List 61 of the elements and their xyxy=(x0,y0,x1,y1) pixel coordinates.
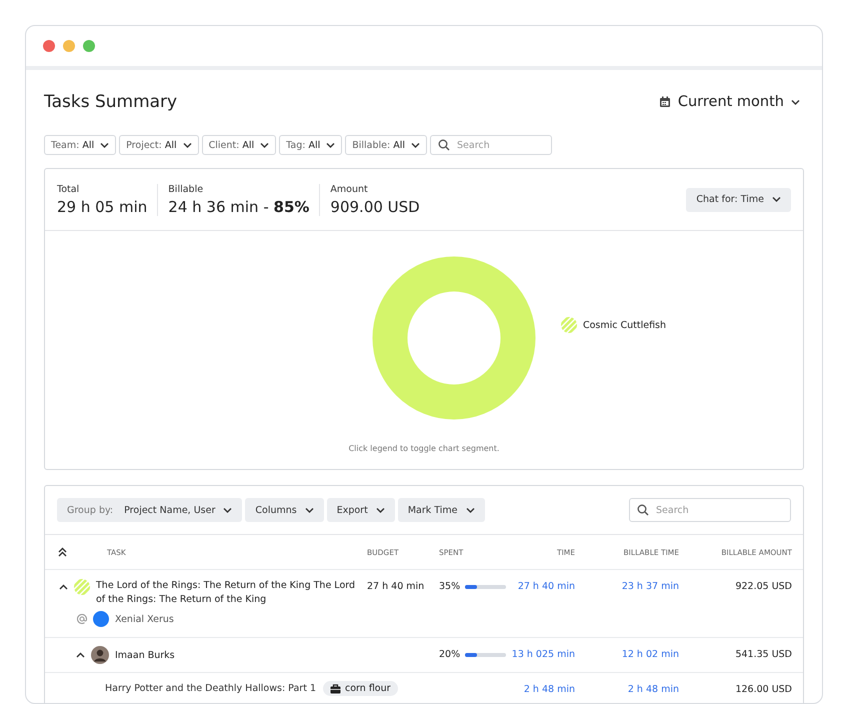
caret-icon xyxy=(791,98,800,106)
at-sign-icon xyxy=(77,614,87,624)
maximize-window-dot[interactable] xyxy=(83,40,95,52)
page-title: Tasks Summary xyxy=(44,92,178,112)
chart-hint: Click legend to toggle chart segment. xyxy=(348,444,500,453)
filter-dropdown[interactable]: Billable: All xyxy=(345,135,428,155)
caret-icon xyxy=(466,506,475,514)
expand-caret-icon[interactable] xyxy=(76,652,85,658)
calendar-icon xyxy=(658,96,671,108)
time-link[interactable]: 2 h 48 min xyxy=(524,684,575,695)
minimize-window-dot[interactable] xyxy=(63,40,75,52)
filter-dropdown[interactable]: Tag: All xyxy=(279,135,342,155)
amount-value: 922.05 USD xyxy=(735,581,792,592)
client-name: Xenial Xerus xyxy=(115,614,174,624)
caret-icon xyxy=(411,142,420,148)
caret-icon xyxy=(100,142,110,148)
search-field[interactable]: Search xyxy=(430,135,552,155)
chart-for-dropdown[interactable]: Chat for: Time xyxy=(686,188,791,212)
time-link[interactable]: 27 h 40 min xyxy=(518,581,575,592)
close-window-dot[interactable] xyxy=(43,40,55,52)
client-avatar-icon xyxy=(93,611,109,627)
stat-value: 29 h 05 min xyxy=(57,198,148,216)
filter-dropdown[interactable]: Client: All xyxy=(202,135,276,155)
toolbar-dropdown[interactable]: Group by: Project Name, User xyxy=(57,498,242,522)
task-name: Harry Potter and the Deathly Hallows: Part 1 xyxy=(105,683,316,694)
user-name: Imaan Burks xyxy=(115,650,175,660)
spent-percent: 20% xyxy=(439,649,460,660)
toolbar-dropdown[interactable]: Columns xyxy=(245,498,324,522)
stat-value: 909.00 USD xyxy=(330,198,420,216)
budget-value: 27 h 40 min xyxy=(367,581,424,592)
expand-caret-icon[interactable] xyxy=(59,584,68,591)
caret-icon xyxy=(326,142,336,148)
billable-time-link[interactable]: 23 h 37 min xyxy=(622,581,679,592)
legend-item[interactable]: Cosmic Cuttlefish xyxy=(560,317,666,333)
spent-percent: 35% xyxy=(439,581,460,592)
stat-label: Billable xyxy=(168,184,204,194)
stat-label: Amount xyxy=(330,184,369,194)
toolbar-dropdown[interactable]: Mark Time xyxy=(398,498,485,522)
period-dropdown[interactable]: Current month xyxy=(654,94,804,110)
billable-time-link[interactable]: 2 h 48 min xyxy=(628,684,679,695)
tag-chip: corn flour xyxy=(323,681,398,696)
caret-icon xyxy=(182,142,192,148)
user-avatar-icon xyxy=(91,646,109,664)
amount-value: 541.35 USD xyxy=(735,649,792,660)
caret-icon xyxy=(304,506,314,514)
amount-value: 126.00 USD xyxy=(735,684,792,695)
collapse-all-icon xyxy=(58,547,67,557)
caret-icon xyxy=(223,506,232,514)
toolbar-dropdown[interactable]: Export xyxy=(326,498,395,522)
caret-icon xyxy=(260,142,270,148)
search-field[interactable]: Search xyxy=(629,498,791,522)
filter-dropdown[interactable]: Team: All xyxy=(44,135,116,155)
stat-label: Total xyxy=(57,184,80,194)
billable-time-link[interactable]: 12 h 02 min xyxy=(622,649,679,660)
caret-icon xyxy=(376,506,385,514)
time-link[interactable]: 13 h 025 min xyxy=(512,649,575,660)
caret-icon xyxy=(772,196,781,203)
project-name: The Lord of the Rings: The Return of the King The Lord of the Rings: The Return of the King xyxy=(96,579,356,607)
filter-dropdown[interactable]: Project: All xyxy=(119,135,199,155)
stat-value: 24 h 36 min - 85% xyxy=(168,198,310,216)
briefcase-icon xyxy=(330,684,341,694)
